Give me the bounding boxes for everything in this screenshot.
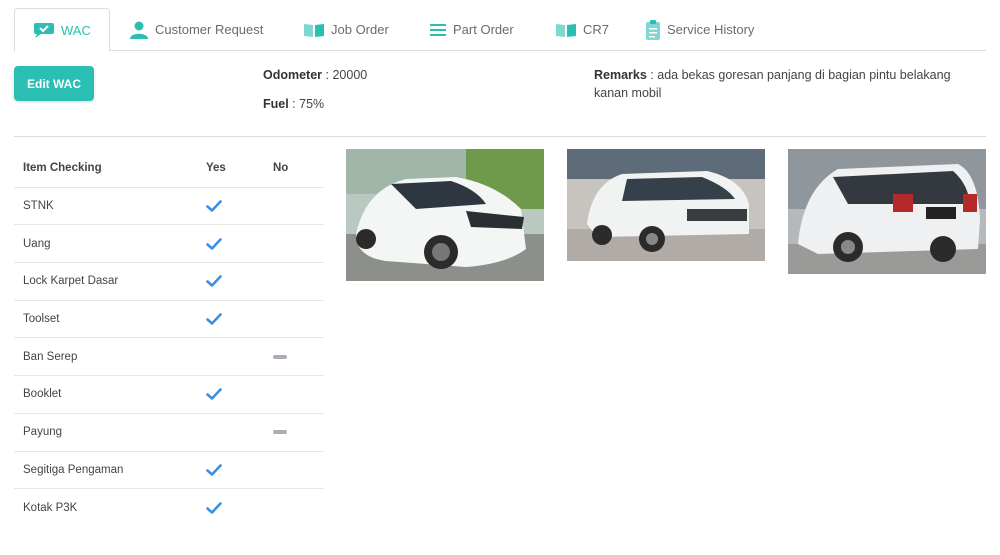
item-name: Uang bbox=[23, 237, 51, 250]
tab-label: CR7 bbox=[583, 22, 610, 37]
tab-label: Part Order bbox=[453, 22, 514, 37]
remarks-info: Remarks : ada bekas goresan panjang di b… bbox=[594, 68, 951, 100]
check-icon bbox=[206, 463, 222, 476]
tab-bar: WAC Customer Request Job Order Part Orde… bbox=[14, 8, 986, 52]
clipboard-icon bbox=[645, 19, 661, 41]
fuel-info: Fuel : 75% bbox=[263, 97, 325, 111]
table-row: Payung bbox=[14, 414, 324, 452]
tab-service-history[interactable]: Service History bbox=[645, 8, 754, 51]
table-row: Uang bbox=[14, 225, 324, 264]
check-icon bbox=[206, 275, 222, 288]
check-icon bbox=[206, 313, 222, 326]
item-name: Kotak P3K bbox=[23, 502, 78, 515]
check-icon bbox=[206, 502, 222, 515]
remarks-value: ada bekas goresan panjang di bagian pint… bbox=[594, 68, 951, 100]
tab-label: Service History bbox=[667, 22, 755, 37]
checklist-table: Item Checking Yes No STNK Uang Lock Karpet… bbox=[14, 150, 324, 527]
car-photo-rear[interactable] bbox=[788, 149, 986, 274]
table-row: Toolset bbox=[14, 301, 324, 339]
item-name: Ban Serep bbox=[23, 350, 78, 363]
item-name: Booklet bbox=[23, 388, 62, 401]
tab-label: WAC bbox=[61, 22, 91, 38]
item-name: Lock Karpet Dasar bbox=[23, 275, 119, 288]
tab-customer-request[interactable]: Customer Request bbox=[129, 8, 263, 51]
odometer-value: 20000 bbox=[332, 68, 368, 82]
tab-label: Job Order bbox=[331, 22, 389, 37]
item-name: STNK bbox=[23, 200, 54, 213]
tab-label: Customer Request bbox=[155, 22, 264, 37]
table-row: Segitiga Pengaman bbox=[14, 452, 324, 490]
table-row: Booklet bbox=[14, 376, 324, 414]
wac-icon bbox=[33, 21, 55, 39]
car-photo-side[interactable] bbox=[567, 149, 765, 261]
check-icon bbox=[206, 388, 222, 401]
header-no: No bbox=[273, 162, 289, 175]
fuel-label: Fuel bbox=[263, 97, 289, 111]
table-row: Kotak P3K bbox=[14, 489, 324, 527]
tab-job-order[interactable]: Job Order bbox=[303, 8, 389, 51]
dash-icon bbox=[273, 354, 287, 359]
dash-icon bbox=[273, 430, 287, 435]
checklist-header: Item Checking Yes No bbox=[14, 150, 324, 188]
check-icon bbox=[206, 237, 222, 250]
item-name: Segitiga Pengaman bbox=[23, 463, 124, 476]
table-row: Lock Karpet Dasar bbox=[14, 263, 324, 301]
table-row: STNK bbox=[14, 188, 324, 226]
remarks-label: Remarks bbox=[594, 68, 647, 82]
edit-wac-button[interactable]: Edit WAC bbox=[14, 66, 94, 101]
header-yes: Yes bbox=[206, 162, 226, 175]
checklist-body: STNK Uang Lock Karpet Dasar Toolset Ban Sere… bbox=[14, 188, 324, 527]
odometer-info: Odometer : 20000 bbox=[263, 68, 368, 82]
tab-cr7[interactable]: CR7 bbox=[555, 8, 609, 51]
tab-part-order[interactable]: Part Order bbox=[429, 8, 514, 51]
section-divider bbox=[14, 136, 986, 137]
header-item: Item Checking bbox=[23, 162, 102, 175]
list-icon bbox=[429, 22, 447, 38]
odometer-label: Odometer bbox=[263, 68, 323, 82]
fuel-value: 75% bbox=[299, 97, 325, 111]
check-icon bbox=[206, 200, 222, 213]
car-photo-front[interactable] bbox=[346, 149, 544, 281]
book-icon bbox=[303, 22, 325, 38]
book-icon bbox=[555, 22, 577, 38]
tab-wac[interactable]: WAC bbox=[14, 8, 110, 52]
item-name: Payung bbox=[23, 426, 63, 439]
user-icon bbox=[129, 20, 149, 40]
item-name: Toolset bbox=[23, 313, 60, 326]
table-row: Ban Serep bbox=[14, 338, 324, 377]
